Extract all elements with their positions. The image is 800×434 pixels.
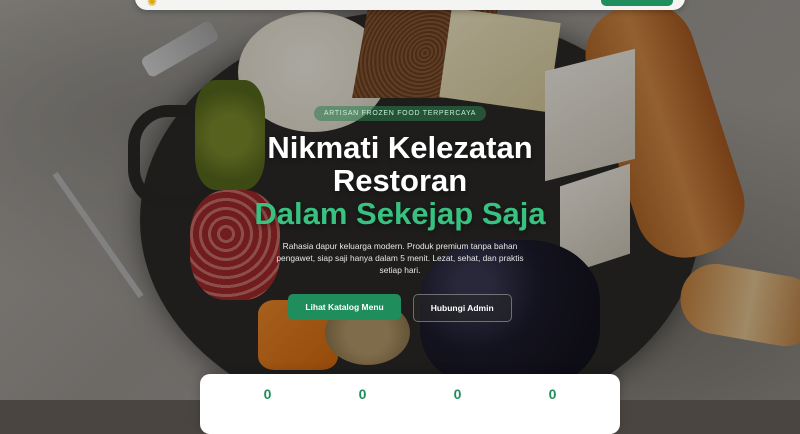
navbar: ✺ <box>135 0 685 10</box>
hero-badge: ARTISAN FROZEN FOOD TERPERCAYA <box>313 106 487 121</box>
stat-value: 0 <box>358 386 367 402</box>
sun-icon[interactable]: ✺ <box>147 0 157 8</box>
contact-admin-button[interactable]: Hubungi Admin <box>412 294 512 322</box>
hero-description: Rahasia dapur keluarga modern. Produk pr… <box>276 241 524 275</box>
hero-title: Nikmati Kelezatan Restoran Dalam Sekejap… <box>0 131 800 230</box>
hero-title-line1: Nikmati Kelezatan <box>267 130 533 165</box>
stat-value: 0 <box>453 386 462 402</box>
stats-card: 0 0 0 0 <box>200 374 620 434</box>
navbar-cta-button[interactable] <box>601 0 673 6</box>
stat-value: 0 <box>548 386 557 402</box>
view-catalog-button[interactable]: Lihat Katalog Menu <box>288 294 401 320</box>
hero-title-line2: Restoran <box>332 163 468 198</box>
hero-title-accent: Dalam Sekejap Saja <box>254 196 546 231</box>
hero-buttons: Lihat Katalog Menu Hubungi Admin <box>0 294 800 322</box>
stat-value: 0 <box>263 386 272 402</box>
hero-section: ARTISAN FROZEN FOOD TERPERCAYA Nikmati K… <box>0 100 800 322</box>
